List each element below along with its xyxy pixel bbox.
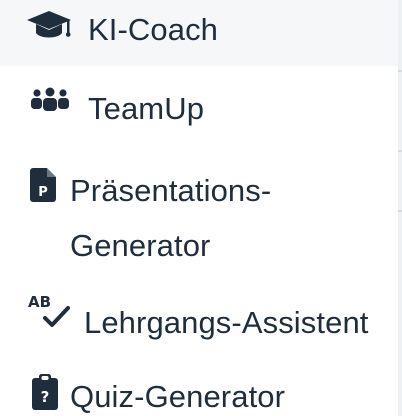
scroll-edge-mark	[398, 150, 402, 152]
sidebar-item-label-line1: Präsentations-	[70, 173, 272, 208]
scroll-edge-mark	[398, 210, 402, 212]
scroll-edge	[398, 0, 402, 416]
sidebar-item-label: KI-Coach	[88, 12, 219, 47]
svg-text:?: ?	[41, 388, 50, 406]
clipboard-question-icon: ?	[32, 374, 58, 410]
ab-check-icon: AB	[26, 292, 74, 330]
sidebar-item-quiz-generator[interactable]: ? Quiz-Generator	[0, 368, 398, 416]
sidebar-item-praesentations-generator[interactable]: P Präsentations- Generator	[0, 160, 398, 270]
users-group-icon	[28, 87, 72, 113]
presentation-file-icon: P	[30, 168, 56, 202]
sidebar-item-label: Präsentations- Generator	[70, 163, 370, 273]
svg-text:AB: AB	[28, 293, 51, 311]
sidebar-item-label: TeamUp	[88, 91, 205, 126]
sidebar-menu: KI-Coach TeamUp P Präsentations- Generat…	[0, 0, 398, 416]
scroll-edge-mark	[398, 70, 402, 72]
sidebar-item-label: Lehrgangs-Assistent	[84, 305, 369, 340]
graduation-cap-icon	[26, 9, 72, 43]
sidebar-item-teamup[interactable]: TeamUp	[0, 80, 398, 136]
sidebar-item-label: Quiz-Generator	[70, 379, 286, 414]
sidebar-item-label-line2: Generator	[70, 228, 211, 263]
sidebar-item-ki-coach[interactable]: KI-Coach	[0, 0, 398, 66]
sidebar-item-lehrgangs-assistent[interactable]: AB Lehrgangs-Assistent	[0, 292, 398, 352]
svg-text:P: P	[38, 185, 48, 200]
